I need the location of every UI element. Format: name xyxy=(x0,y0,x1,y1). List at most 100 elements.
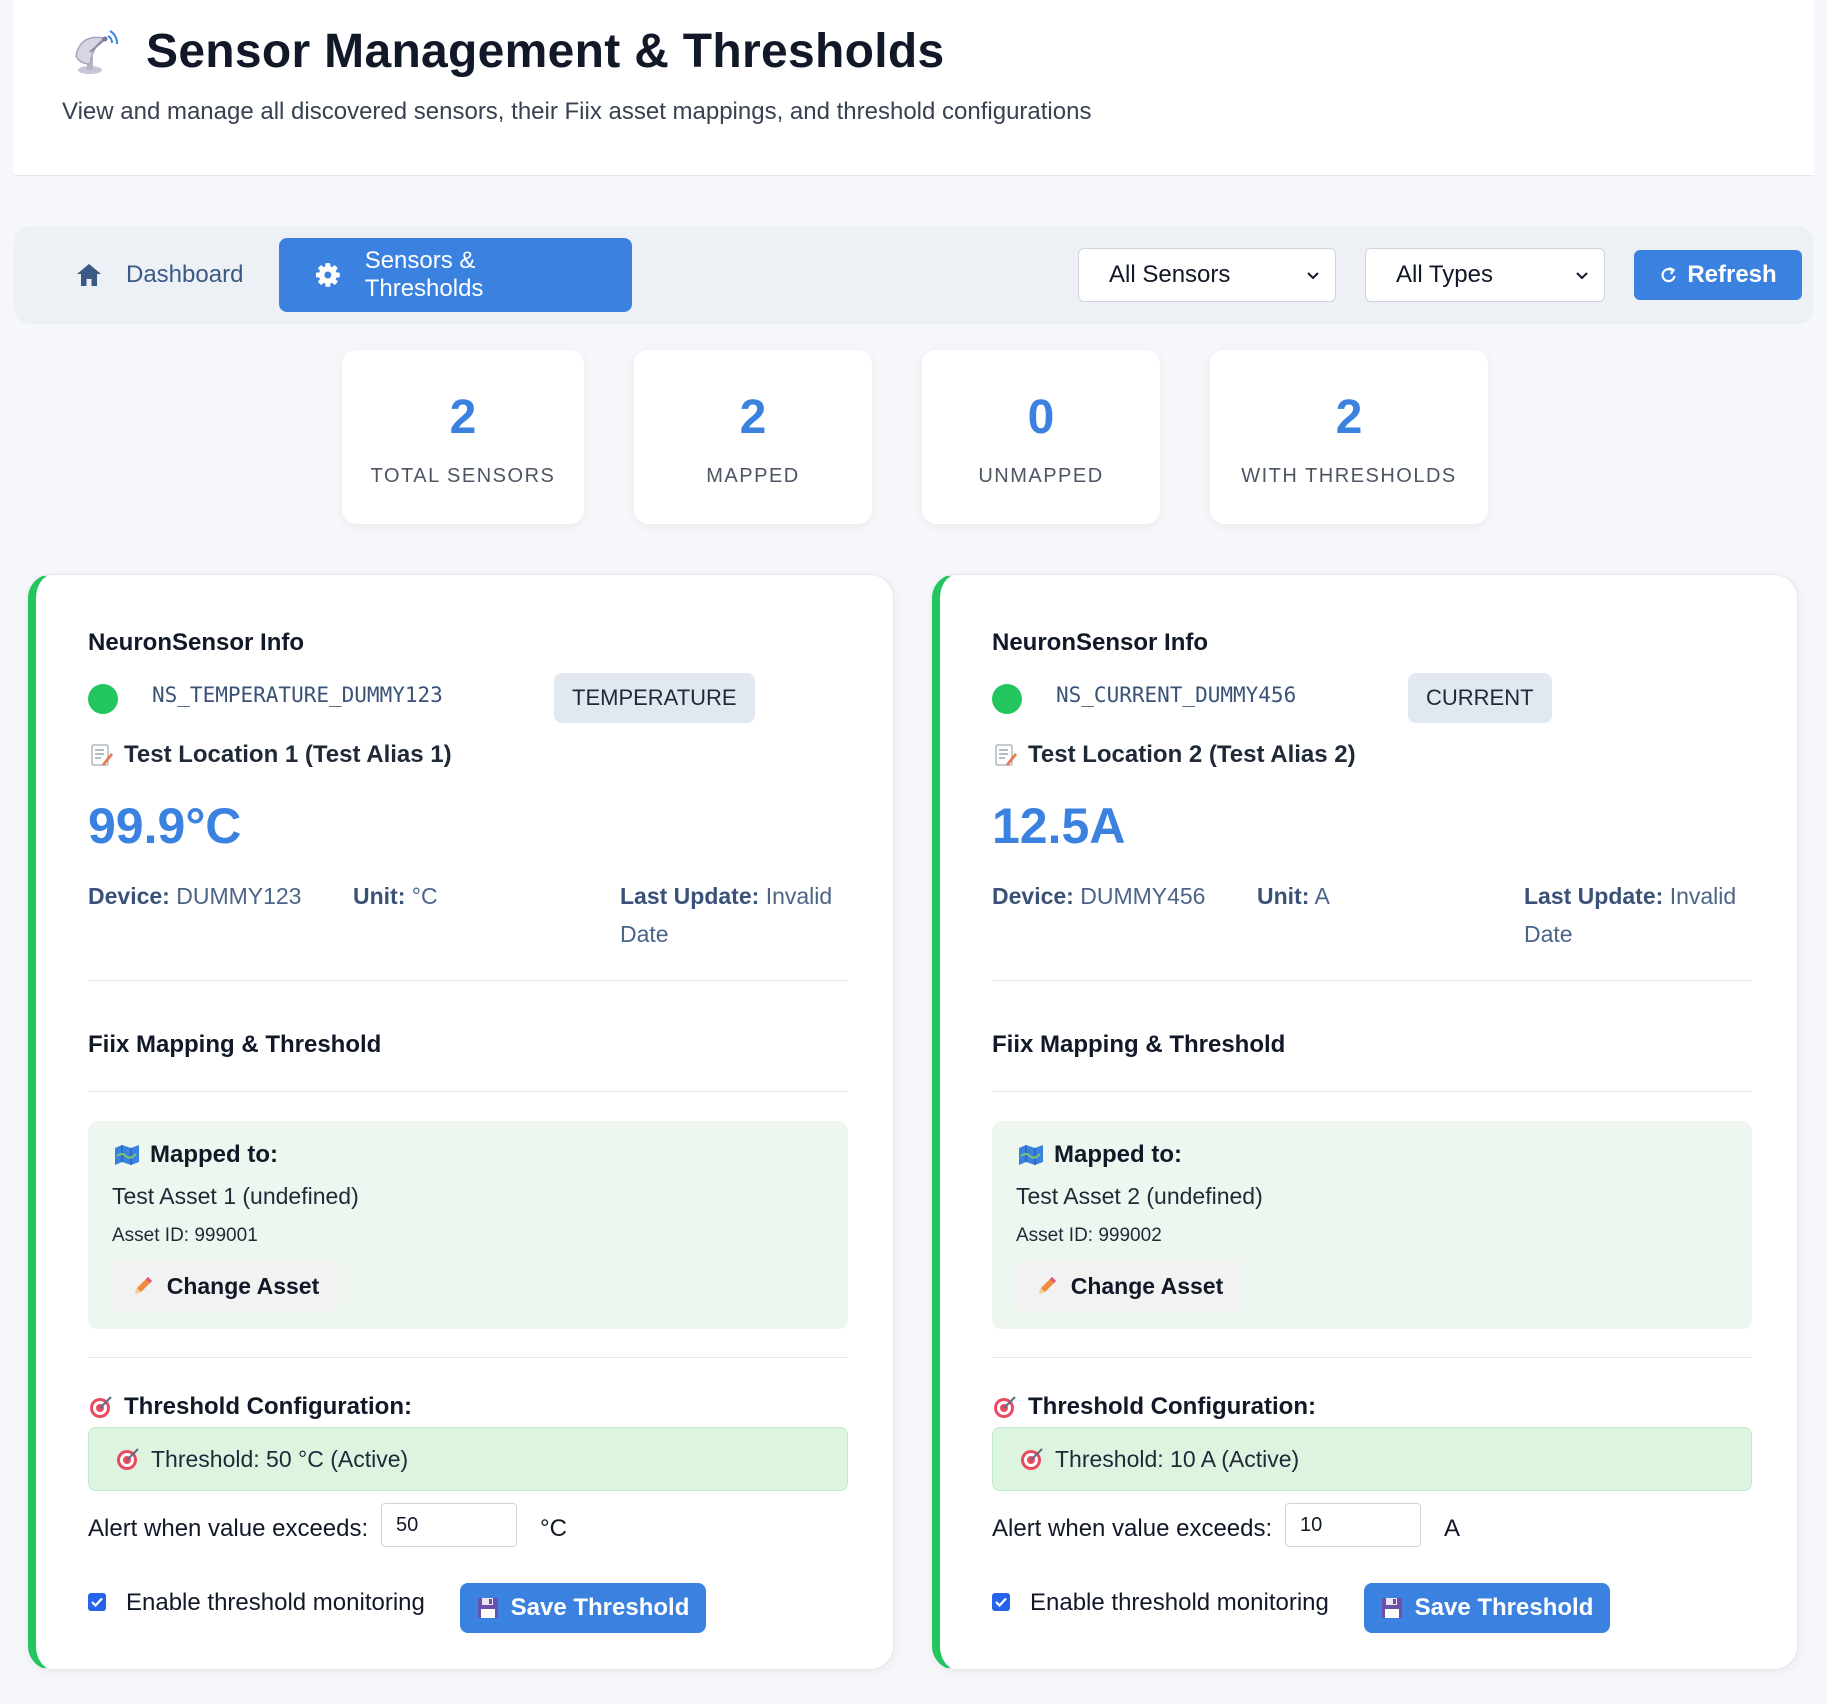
refresh-icon xyxy=(1661,266,1676,283)
asset-name: Test Asset 2 (undefined) xyxy=(1016,1183,1263,1209)
threshold-unit: A xyxy=(1444,1515,1461,1542)
sensor-id: NS_TEMPERATURE_DUMMY123 xyxy=(152,683,443,707)
satellite-antenna-icon xyxy=(75,29,118,74)
stat-mapped: 2 MAPPED xyxy=(634,350,872,524)
unit-label: Unit: xyxy=(1257,883,1310,909)
page-subtitle: View and manage all discovered sensors, … xyxy=(62,98,1092,125)
device-label: Device: xyxy=(992,883,1074,909)
sensor-type-badge: CURRENT xyxy=(1408,673,1552,723)
stat-label: UNMAPPED xyxy=(978,465,1104,487)
mapped-to-heading: Mapped to: xyxy=(114,1141,278,1169)
last-update-label: Last Update: xyxy=(1524,883,1664,909)
device-field: Device: DUMMY456 xyxy=(992,877,1205,915)
device-value: DUMMY456 xyxy=(1080,883,1206,909)
enable-monitoring-label: Enable threshold monitoring xyxy=(126,1589,425,1616)
save-threshold-button[interactable]: Save Threshold xyxy=(1364,1583,1610,1633)
stat-value: 2 xyxy=(739,391,767,444)
page-title: Sensor Management & Thresholds xyxy=(146,25,945,78)
sensor-reading: 99.9°C xyxy=(88,798,242,854)
stat-total-sensors: 2 TOTAL SENSORS xyxy=(342,350,584,524)
sensor-reading: 12.5A xyxy=(992,798,1126,854)
unit-label: Unit: xyxy=(353,883,406,909)
stat-label: WITH THRESHOLDS xyxy=(1241,465,1457,487)
divider xyxy=(88,980,848,981)
divider xyxy=(992,1091,1752,1092)
threshold-value-input[interactable] xyxy=(1285,1503,1421,1547)
map-icon xyxy=(115,1145,139,1165)
save-threshold-label: Save Threshold xyxy=(510,1594,690,1621)
last-update-field: Last Update: Invalid Date xyxy=(620,877,850,953)
divider xyxy=(88,1091,848,1092)
stat-label: MAPPED xyxy=(706,465,800,487)
sensor-location: Test Location 1 (Test Alias 1) xyxy=(88,741,452,769)
pencil-icon xyxy=(134,1277,152,1294)
stat-value: 2 xyxy=(1335,391,1363,444)
refresh-button[interactable]: Refresh xyxy=(1634,250,1802,300)
threshold-config-label: Threshold Configuration: xyxy=(1028,1393,1316,1420)
threshold-status-text: Threshold: 10 A (Active) xyxy=(1055,1445,1300,1472)
asset-id: Asset ID: 999002 xyxy=(1016,1225,1162,1246)
fiix-mapping-title: Fiix Mapping & Threshold xyxy=(992,1031,1286,1058)
chevron-down-icon xyxy=(1576,272,1588,280)
checkmark-icon xyxy=(995,1597,1007,1608)
alert-exceeds-label: Alert when value exceeds: xyxy=(88,1515,369,1542)
unit-field: Unit: A xyxy=(1257,877,1330,915)
refresh-label: Refresh xyxy=(1687,261,1777,288)
memo-icon xyxy=(995,744,1017,766)
stat-label: TOTAL SENSORS xyxy=(370,465,556,487)
pencil-icon xyxy=(1038,1277,1056,1294)
save-threshold-button[interactable]: Save Threshold xyxy=(460,1583,706,1633)
nav-dashboard-label: Dashboard xyxy=(126,261,244,288)
threshold-config-heading: Threshold Configuration: xyxy=(88,1393,412,1421)
last-update-field: Last Update: Invalid Date xyxy=(1524,877,1754,953)
floppy-disk-icon xyxy=(1381,1598,1402,1618)
asset-id: Asset ID: 999001 xyxy=(112,1225,258,1246)
mapped-to-label: Mapped to: xyxy=(1054,1141,1182,1168)
sensor-filter-value: All Sensors xyxy=(1109,261,1231,288)
stat-unmapped: 0 UNMAPPED xyxy=(922,350,1160,524)
mapped-to-heading: Mapped to: xyxy=(1018,1141,1182,1169)
device-value: DUMMY123 xyxy=(176,883,302,909)
sensor-card: NeuronSensor Info NS_TEMPERATURE_DUMMY12… xyxy=(28,574,894,1670)
sensor-location: Test Location 2 (Test Alias 2) xyxy=(992,741,1356,769)
change-asset-label: Change Asset xyxy=(166,1272,320,1299)
sensor-info-title: NeuronSensor Info xyxy=(88,629,305,656)
stat-with-thresholds: 2 WITH THRESHOLDS xyxy=(1210,350,1488,524)
sensor-filter-select[interactable]: All Sensors xyxy=(1078,248,1336,302)
type-filter-select[interactable]: All Types xyxy=(1365,248,1605,302)
floppy-disk-icon xyxy=(477,1598,498,1618)
page-header: Sensor Management & Thresholds View and … xyxy=(14,0,1814,176)
nav-sensors-label: Sensors & Thresholds xyxy=(364,247,484,302)
divider xyxy=(992,980,1752,981)
threshold-value-input[interactable] xyxy=(381,1503,517,1547)
memo-icon xyxy=(91,744,113,766)
asset-mapping-panel: Mapped to: Test Asset 1 (undefined) Asse… xyxy=(88,1121,848,1329)
sensor-id: NS_CURRENT_DUMMY456 xyxy=(1056,683,1297,707)
target-icon xyxy=(117,1448,139,1470)
sensor-card: NeuronSensor Info NS_CURRENT_DUMMY456 CU… xyxy=(932,574,1798,1670)
chevron-down-icon xyxy=(1307,272,1319,280)
target-icon xyxy=(1021,1448,1043,1470)
change-asset-button[interactable]: Change Asset xyxy=(112,1261,338,1311)
unit-value: °C xyxy=(411,883,438,909)
nav-dashboard-link[interactable]: Dashboard xyxy=(44,238,277,312)
threshold-config-label: Threshold Configuration: xyxy=(124,1393,412,1420)
divider xyxy=(992,1357,1752,1358)
device-field: Device: DUMMY123 xyxy=(88,877,301,915)
enable-monitoring-label: Enable threshold monitoring xyxy=(1030,1589,1329,1616)
save-threshold-label: Save Threshold xyxy=(1414,1594,1594,1621)
asset-name: Test Asset 1 (undefined) xyxy=(112,1183,359,1209)
asset-mapping-panel: Mapped to: Test Asset 2 (undefined) Asse… xyxy=(992,1121,1752,1329)
change-asset-button[interactable]: Change Asset xyxy=(1016,1261,1242,1311)
enable-monitoring-checkbox[interactable] xyxy=(88,1593,106,1611)
change-asset-label: Change Asset xyxy=(1070,1272,1224,1299)
nav-sensors-thresholds-tab[interactable]: Sensors & Thresholds xyxy=(279,238,632,312)
enable-monitoring-checkbox[interactable] xyxy=(992,1593,1010,1611)
type-filter-value: All Types xyxy=(1396,261,1493,288)
threshold-status-banner: Threshold: 10 A (Active) xyxy=(992,1427,1752,1491)
last-update-label: Last Update: xyxy=(620,883,760,909)
mapped-to-label: Mapped to: xyxy=(150,1141,278,1168)
threshold-status-banner: Threshold: 50 °C (Active) xyxy=(88,1427,848,1491)
threshold-status-text: Threshold: 50 °C (Active) xyxy=(151,1445,409,1472)
sensor-type-badge: TEMPERATURE xyxy=(554,673,755,723)
